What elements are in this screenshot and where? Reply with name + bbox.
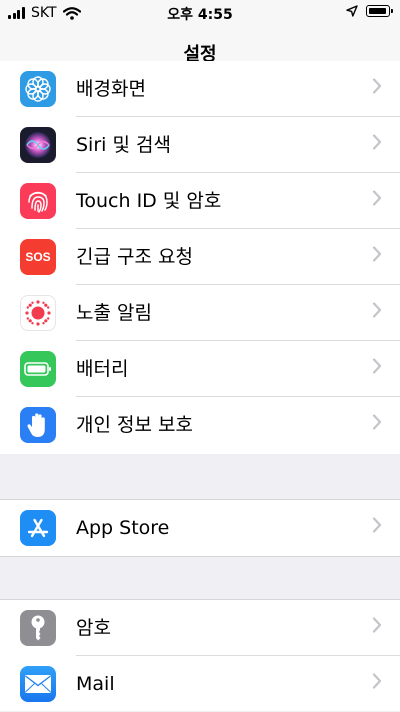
status-right: [346, 5, 393, 17]
settings-row-label: App Store: [76, 517, 170, 539]
settings-row-label: Mail: [76, 673, 115, 695]
chevron-right-icon: [372, 517, 382, 533]
battery-status-icon: [366, 5, 393, 17]
envelope-icon: [20, 666, 56, 702]
settings-row-label: 노출 알림: [76, 302, 152, 324]
fingerprint-icon: [20, 183, 56, 219]
exposure-notification-icon: [20, 295, 56, 331]
settings-group-3: 암호 Mail: [0, 599, 400, 711]
settings-group-2: App Store: [0, 499, 400, 557]
chevron-right-icon: [372, 617, 382, 633]
settings-row-label: 암호: [76, 617, 111, 639]
settings-row-mail[interactable]: Mail: [0, 656, 400, 712]
chevron-right-icon: [372, 414, 382, 430]
settings-row-wallpaper[interactable]: 배경화면: [0, 61, 400, 117]
chevron-right-icon: [372, 246, 382, 262]
chevron-right-icon: [372, 358, 382, 374]
settings-row-label: Siri 및 검색: [76, 134, 171, 156]
location-arrow-icon: [346, 5, 358, 17]
chevron-right-icon: [372, 134, 382, 150]
chevron-right-icon: [372, 302, 382, 318]
settings-row-touch-id[interactable]: Touch ID 및 암호: [0, 173, 400, 229]
settings-row-label: 긴급 구조 요청: [76, 246, 193, 268]
flower-icon: [20, 71, 56, 107]
settings-row-label: Touch ID 및 암호: [76, 190, 222, 212]
settings-row-label: 배경화면: [76, 78, 146, 100]
settings-group-1: 배경화면 Siri 및 검색 Touch ID 및 암호 SOS 긴급 구조 요…: [0, 61, 400, 454]
sos-icon-text: SOS: [25, 250, 51, 264]
key-icon: [20, 610, 56, 646]
siri-icon: [20, 127, 56, 163]
settings-row-exposure-notifications[interactable]: 노출 알림: [0, 285, 400, 341]
status-time: 오후 4:55: [167, 7, 233, 23]
chevron-right-icon: [372, 673, 382, 689]
raised-hand-icon: [20, 407, 56, 443]
settings-row-siri[interactable]: Siri 및 검색: [0, 117, 400, 173]
app-store-icon: [20, 510, 56, 546]
chevron-right-icon: [372, 78, 382, 94]
settings-row-battery[interactable]: 배터리: [0, 341, 400, 397]
chevron-right-icon: [372, 190, 382, 206]
settings-row-label: 배터리: [76, 358, 129, 380]
settings-row-label: 개인 정보 보호: [76, 414, 193, 436]
settings-row-passwords[interactable]: 암호: [0, 600, 400, 656]
settings-row-app-store[interactable]: App Store: [0, 500, 400, 556]
sos-icon: SOS: [20, 239, 56, 275]
status-bar: SKT 오후 4:55: [0, 0, 400, 28]
settings-row-emergency-sos[interactable]: SOS 긴급 구조 요청: [0, 229, 400, 285]
battery-icon: [20, 351, 56, 387]
settings-row-privacy[interactable]: 개인 정보 보호: [0, 397, 400, 453]
